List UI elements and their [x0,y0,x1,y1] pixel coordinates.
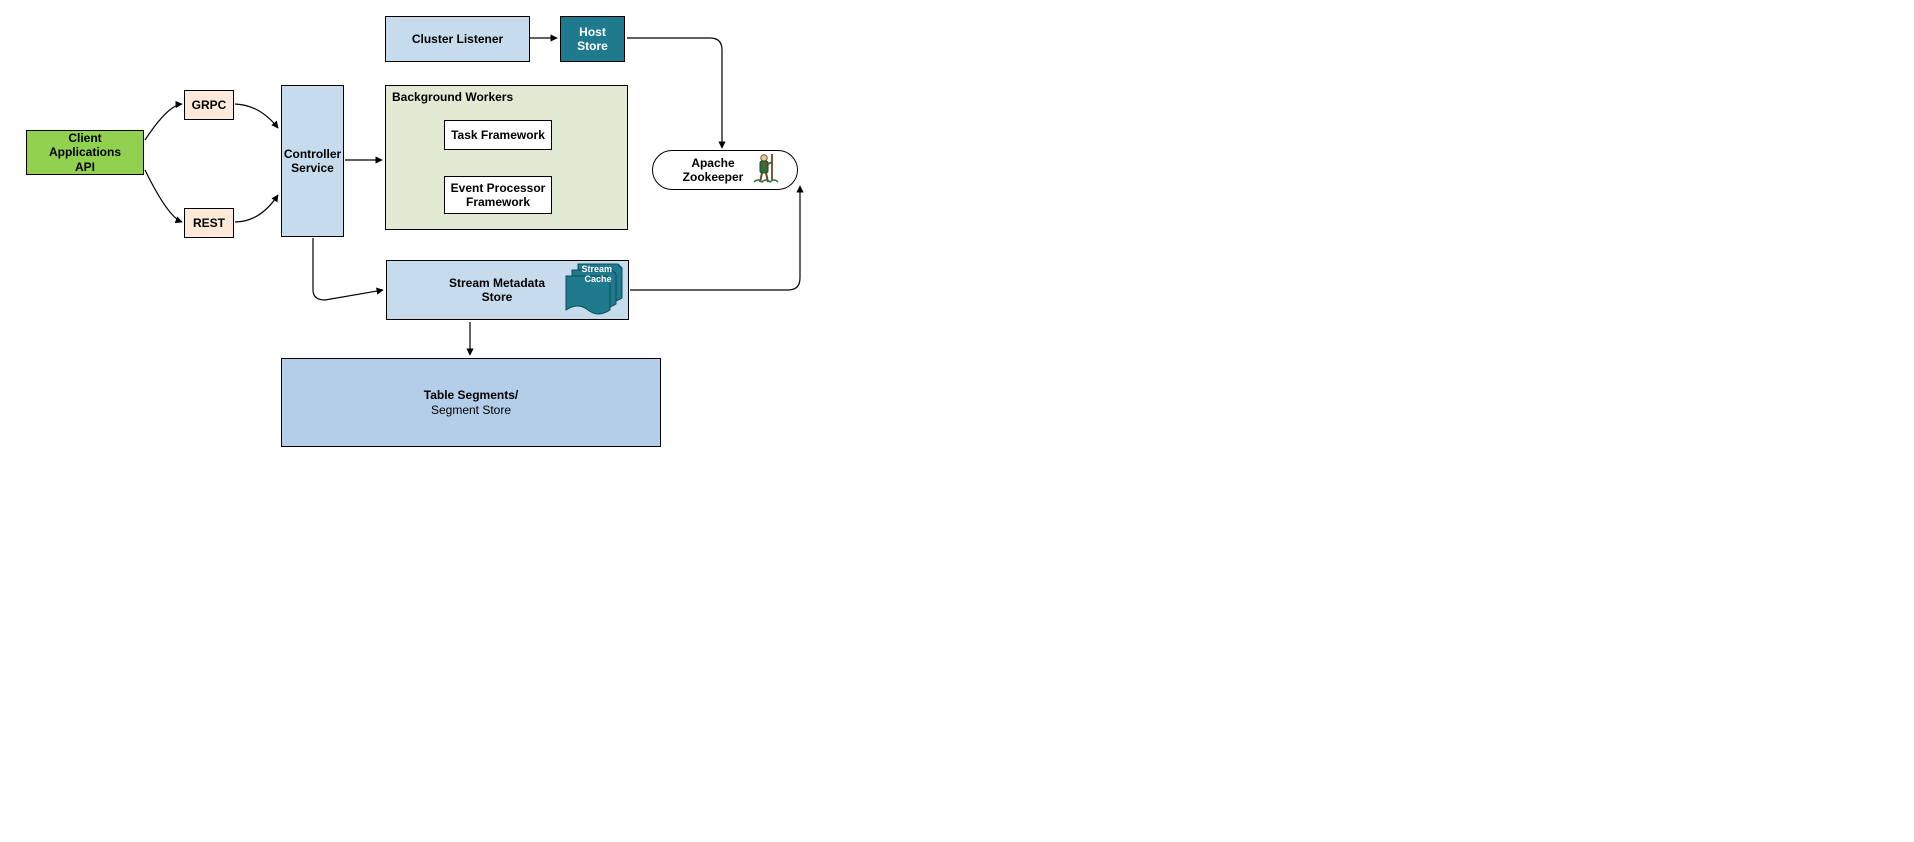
label-event-processor-framework: Event Processor Framework [451,181,546,210]
label-grpc: GRPC [192,98,227,112]
node-task-framework: Task Framework [444,120,552,150]
label-rest: REST [193,216,225,230]
node-stream-metadata-store: Stream Metadata Store [386,260,629,320]
node-controller-service: Controller Service [281,85,344,237]
node-grpc: GRPC [184,90,234,120]
label-host-store: Host Store [565,25,620,54]
node-zookeeper: Apache Zookeeper [652,150,798,190]
node-client-api: Client Applications API [26,130,144,175]
label-stream-metadata-store: Stream Metadata Store [427,276,567,305]
label-table-segments: Table Segments/ Segment Store [424,388,518,417]
label-background-workers: Background Workers [392,90,621,104]
label-zookeeper: Apache Zookeeper [683,156,768,185]
node-host-store: Host Store [560,16,625,62]
label-controller-service: Controller Service [284,147,341,176]
label-cluster-listener: Cluster Listener [412,32,503,46]
node-rest: REST [184,208,234,238]
label-client-api: Client Applications API [31,131,139,174]
node-event-processor-framework: Event Processor Framework [444,176,552,214]
label-task-framework: Task Framework [451,128,545,142]
node-table-segments: Table Segments/ Segment Store [281,358,661,447]
node-cluster-listener: Cluster Listener [385,16,530,62]
